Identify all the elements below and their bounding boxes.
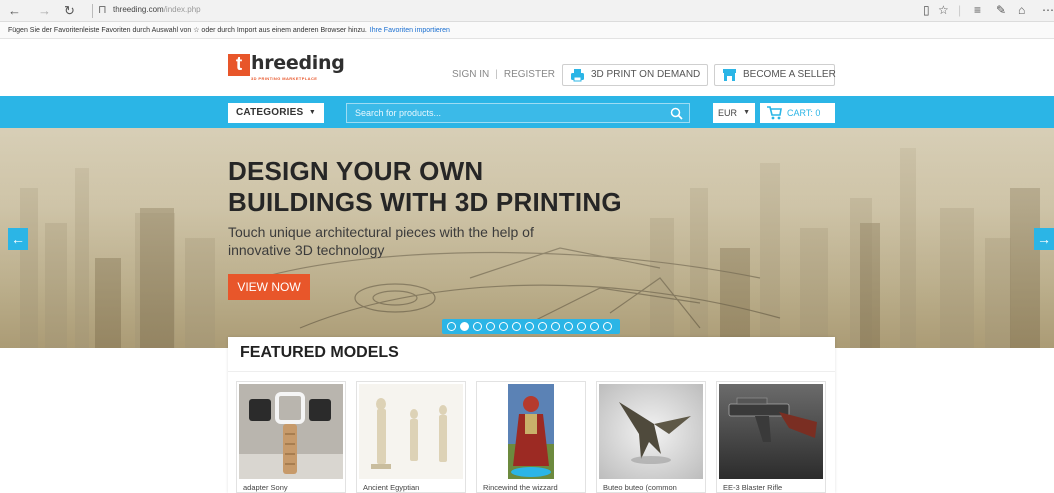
featured-models-section: FEATURED MODELS adapter Sony Ancient Egy…	[228, 337, 835, 493]
hero-title-line-1: DESIGN YOUR OWN	[228, 156, 484, 186]
carousel-dot[interactable]	[460, 322, 469, 331]
url-host: threeding.com	[113, 5, 164, 14]
print-on-demand-label: 3D PRINT ON DEMAND	[591, 69, 701, 80]
print-icon	[571, 69, 584, 82]
search-placeholder: Search for products...	[355, 108, 442, 118]
register-link[interactable]: REGISTER	[504, 69, 555, 80]
address-separator	[92, 4, 93, 18]
hub-icon[interactable]: ≡	[974, 3, 981, 17]
arrow-right-icon[interactable]: →	[1034, 228, 1054, 250]
product-card[interactable]: adapter Sony	[236, 381, 346, 493]
cart-label: CART: 0	[787, 108, 821, 118]
product-name: Ancient Egyptian	[363, 483, 420, 492]
product-thumbnail	[599, 384, 703, 479]
chevron-down-icon: ▼	[308, 109, 316, 116]
back-icon[interactable]: ←	[8, 3, 21, 19]
forward-icon[interactable]: →	[38, 3, 51, 19]
import-favorites-link[interactable]: Ihre Favoriten importieren	[370, 27, 450, 34]
more-icon[interactable]: ⋯	[1042, 3, 1054, 17]
categories-label: CATEGORIES	[236, 107, 304, 118]
carousel-dot[interactable]	[603, 322, 612, 331]
favorites-message: Fügen Sie der Favoritenleiste Favoriten …	[8, 27, 367, 34]
carousel-dot[interactable]	[551, 322, 560, 331]
search-icon[interactable]	[670, 107, 683, 120]
arrow-left-icon[interactable]: ←	[8, 228, 28, 250]
print-on-demand-button[interactable]: 3D PRINT ON DEMAND	[562, 64, 708, 86]
hero-subtitle: Touch unique architectural pieces with t…	[228, 224, 534, 258]
chevron-down-icon: ▼	[743, 109, 750, 116]
product-thumbnail	[719, 384, 823, 479]
product-name: adapter Sony	[243, 483, 288, 492]
product-thumbnail	[479, 384, 583, 479]
product-name: Buteo buteo (common	[603, 483, 677, 492]
sign-in-link[interactable]: SIGN IN	[452, 69, 489, 80]
browser-toolbar: ← → ↻ ⊓ threeding.com/index.php ▯ ☆ | ≡ …	[0, 0, 1054, 22]
web-note-icon[interactable]: ✎	[996, 3, 1006, 17]
become-seller-button[interactable]: BECOME A SELLER	[714, 64, 836, 86]
reading-view-icon[interactable]: ▯	[923, 3, 930, 17]
category-nav-bar: CATEGORIES ▼ Search for products... EUR …	[0, 96, 1054, 128]
view-now-button[interactable]: VIEW NOW	[228, 274, 310, 300]
carousel-dot[interactable]	[590, 322, 599, 331]
carousel-dot[interactable]	[564, 322, 573, 331]
product-card[interactable]: Rincewind the wizzard	[476, 381, 586, 493]
url-path: /index.php	[163, 5, 201, 14]
lock-icon: ⊓	[98, 4, 107, 16]
carousel-dot[interactable]	[447, 322, 456, 331]
carousel-dot[interactable]	[486, 322, 495, 331]
cart-button[interactable]: CART: 0	[760, 103, 835, 123]
carousel-dot[interactable]	[525, 322, 534, 331]
logo-wordmark: hreeding	[251, 52, 345, 74]
auth-separator: |	[495, 69, 498, 80]
cart-icon	[767, 106, 782, 120]
product-name: EE-3 Blaster Rifle	[723, 483, 783, 492]
hero-carousel: DESIGN YOUR OWN BUILDINGS WITH 3D PRINTI…	[0, 128, 1054, 348]
carousel-dot[interactable]	[473, 322, 482, 331]
carousel-dot[interactable]	[577, 322, 586, 331]
seller-icon	[723, 69, 736, 81]
product-name: Rincewind the wizzard	[483, 483, 558, 492]
share-icon[interactable]: ⌂	[1018, 3, 1025, 17]
logo-mark: t	[228, 54, 250, 76]
auth-links: SIGN IN | REGISTER	[452, 69, 555, 80]
categories-dropdown[interactable]: CATEGORIES ▼	[228, 103, 324, 123]
logo-tagline: 3D PRINTING MARKETPLACE	[251, 76, 318, 81]
site-header: t hreeding 3D PRINTING MARKETPLACE SIGN …	[0, 40, 1054, 96]
carousel-indicators	[442, 319, 620, 334]
product-card[interactable]: EE-3 Blaster Rifle	[716, 381, 826, 493]
section-divider	[228, 371, 835, 372]
refresh-icon[interactable]: ↻	[64, 3, 75, 19]
carousel-dot[interactable]	[499, 322, 508, 331]
become-seller-label: BECOME A SELLER	[743, 69, 836, 80]
hero-title: DESIGN YOUR OWN BUILDINGS WITH 3D PRINTI…	[228, 156, 728, 218]
address-bar[interactable]: threeding.com/index.php	[113, 5, 201, 14]
product-card[interactable]: Ancient Egyptian	[356, 381, 466, 493]
product-thumbnail	[359, 384, 463, 479]
product-thumbnail	[239, 384, 343, 479]
carousel-dot[interactable]	[512, 322, 521, 331]
search-input[interactable]: Search for products...	[346, 103, 690, 123]
toolbar-divider: |	[958, 3, 962, 17]
hero-title-line-2: BUILDINGS WITH 3D PRINTING	[228, 187, 622, 217]
currency-select[interactable]: EUR ▼	[713, 103, 755, 123]
favorite-star-icon[interactable]: ☆	[938, 3, 949, 17]
product-card[interactable]: Buteo buteo (common	[596, 381, 706, 493]
section-title: FEATURED MODELS	[240, 344, 399, 361]
currency-label: EUR	[718, 108, 738, 118]
favorites-bar: Fügen Sie der Favoritenleiste Favoriten …	[0, 22, 1054, 39]
carousel-dot[interactable]	[538, 322, 547, 331]
